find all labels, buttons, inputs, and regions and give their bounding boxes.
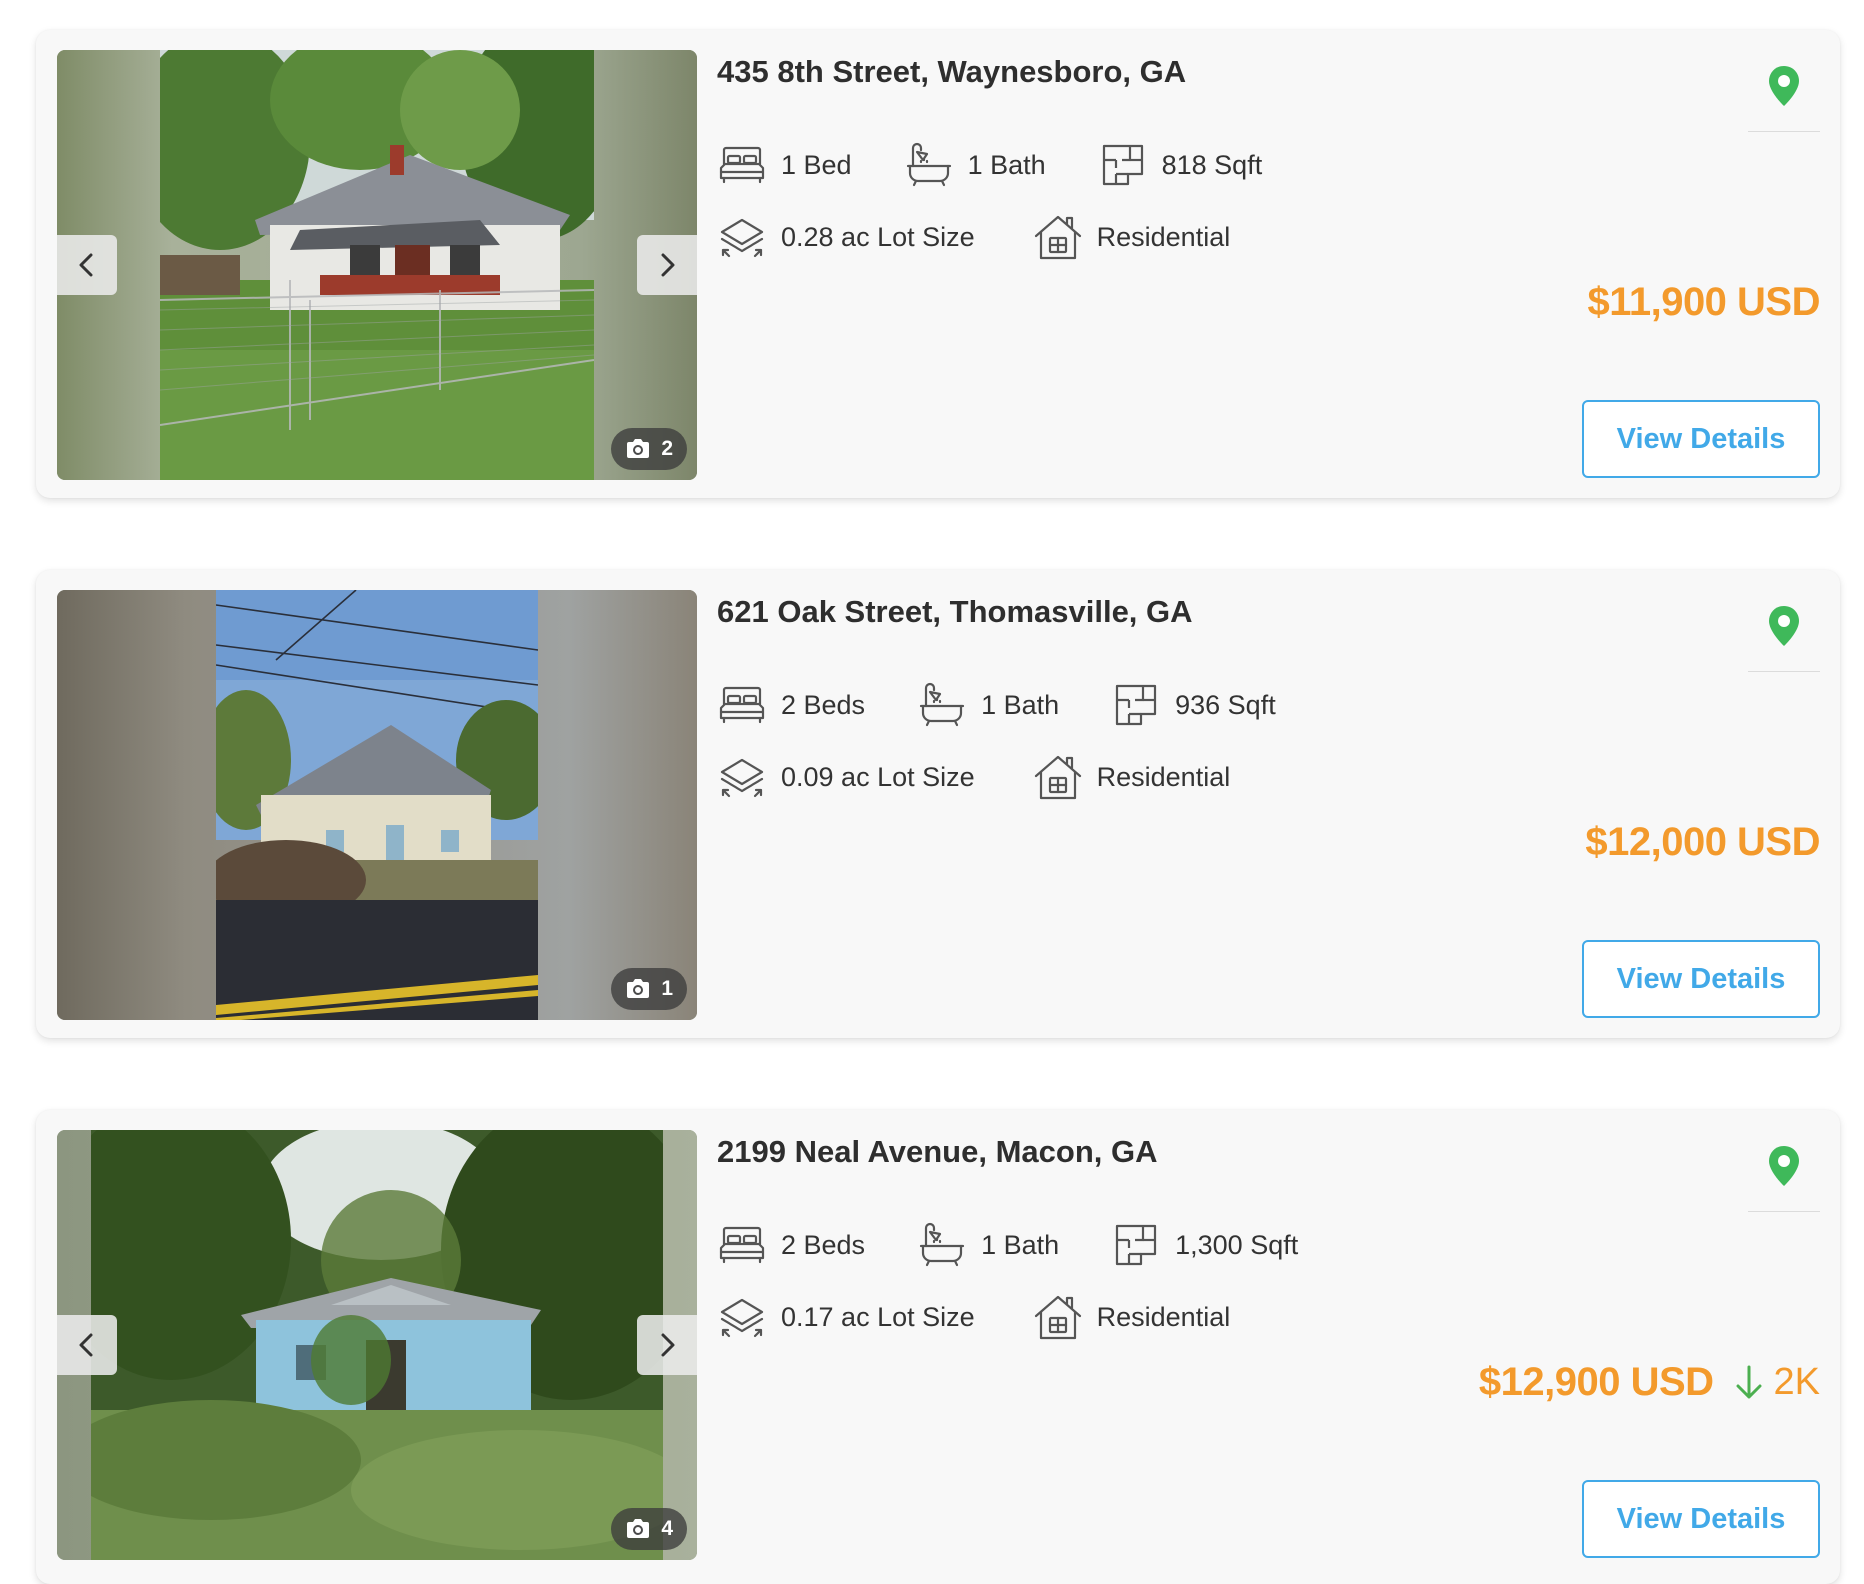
arrow-down-icon [1732, 1363, 1766, 1403]
camera-icon [625, 438, 651, 460]
beds-value: 1 Bed [781, 149, 852, 180]
property-type-value: Residential [1096, 761, 1231, 792]
property-type-feature: Residential [1033, 752, 1231, 802]
beds-feature: 1 Bed [717, 140, 852, 190]
price-block: $12,000 USD [1585, 820, 1820, 865]
house-photo [91, 1130, 663, 1560]
divider [1748, 671, 1820, 672]
bathtub-icon [917, 1220, 967, 1270]
photo-count-badge: 1 [611, 968, 687, 1010]
beds-feature: 2 Beds [717, 680, 865, 730]
listing-card[interactable]: 1 621 Oak Street, Thomasville, GA 2 Beds… [36, 570, 1840, 1038]
property-type-value: Residential [1096, 1301, 1231, 1332]
baths-value: 1 Bath [967, 149, 1046, 180]
bathtub-icon [904, 140, 954, 190]
house-icon [1033, 752, 1083, 802]
view-details-button[interactable]: View Details [1582, 940, 1820, 1018]
listing-address[interactable]: 435 8th Street, Waynesboro, GA [717, 54, 1186, 90]
bed-icon [717, 140, 767, 190]
listing-address[interactable]: 621 Oak Street, Thomasville, GA [717, 594, 1193, 630]
lot-size-feature: 0.17 ac Lot Size [717, 1292, 975, 1342]
bathtub-icon [917, 680, 967, 730]
map-pin-icon[interactable] [1764, 64, 1804, 108]
baths-value: 1 Bath [981, 1229, 1060, 1260]
house-icon [1033, 212, 1083, 262]
next-photo-button[interactable] [637, 235, 697, 295]
divider [1748, 131, 1820, 132]
price-block: $11,900 USD [1587, 280, 1821, 325]
lot-size-value: 0.17 ac Lot Size [781, 1301, 975, 1332]
divider [1748, 1211, 1820, 1212]
sqft-feature: 936 Sqft [1111, 680, 1276, 730]
beds-feature: 2 Beds [717, 1220, 865, 1270]
camera-icon [625, 978, 651, 1000]
house-icon [1033, 1292, 1083, 1342]
lot-size-value: 0.28 ac Lot Size [781, 221, 975, 252]
listing-price: $12,900 USD [1478, 1360, 1714, 1404]
previous-photo-button[interactable] [57, 235, 117, 295]
lot-size-value: 0.09 ac Lot Size [781, 761, 975, 792]
listing-address[interactable]: 2199 Neal Avenue, Macon, GA [717, 1134, 1157, 1170]
chevron-left-icon [72, 1330, 102, 1360]
bed-icon [717, 1220, 767, 1270]
listing-price: $12,000 USD [1585, 820, 1820, 864]
view-details-button[interactable]: View Details [1582, 1480, 1820, 1558]
price-drop: 2K [1732, 1361, 1820, 1404]
property-type-feature: Residential [1033, 1292, 1231, 1342]
listing-photo[interactable]: 2 [57, 50, 697, 480]
baths-value: 1 Bath [981, 689, 1060, 720]
property-type-feature: Residential [1033, 212, 1231, 262]
sqft-value: 936 Sqft [1175, 689, 1276, 720]
photo-count: 4 [661, 1517, 673, 1540]
bed-icon [717, 680, 767, 730]
chevron-left-icon [72, 250, 102, 280]
house-photo [216, 590, 538, 1020]
photo-count-badge: 4 [611, 1508, 687, 1550]
lot-size-icon [717, 212, 767, 262]
beds-value: 2 Beds [781, 1229, 866, 1260]
house-photo [160, 50, 594, 480]
photo-count: 2 [661, 437, 673, 460]
listing-card[interactable]: 2 435 8th Street, Waynesboro, GA 1 Bed 1… [36, 30, 1840, 498]
map-pin-icon[interactable] [1764, 604, 1804, 648]
sqft-value: 818 Sqft [1161, 149, 1263, 180]
listing-card[interactable]: 4 2199 Neal Avenue, Macon, GA 2 Beds 1 B… [36, 1110, 1840, 1584]
beds-value: 2 Beds [781, 689, 866, 720]
listing-price: $11,900 USD [1587, 280, 1821, 324]
map-pin-icon[interactable] [1764, 1144, 1804, 1188]
floorplan-icon [1111, 680, 1161, 730]
previous-photo-button[interactable] [57, 1315, 117, 1375]
next-photo-button[interactable] [637, 1315, 697, 1375]
sqft-value: 1,300 Sqft [1175, 1229, 1299, 1260]
chevron-right-icon [652, 1330, 682, 1360]
photo-count-badge: 2 [611, 428, 687, 470]
listing-photo[interactable]: 1 [57, 590, 697, 1020]
lot-size-feature: 0.09 ac Lot Size [717, 752, 975, 802]
camera-icon [625, 1518, 651, 1540]
floorplan-icon [1098, 140, 1148, 190]
lot-size-feature: 0.28 ac Lot Size [717, 212, 975, 262]
price-block: $12,900 USD 2K [1479, 1360, 1820, 1405]
lot-size-icon [717, 752, 767, 802]
sqft-feature: 1,300 Sqft [1111, 1220, 1298, 1270]
baths-feature: 1 Bath [917, 1220, 1059, 1270]
chevron-right-icon [652, 250, 682, 280]
lot-size-icon [717, 1292, 767, 1342]
baths-feature: 1 Bath [917, 680, 1059, 730]
price-drop-amount: 2K [1773, 1361, 1820, 1403]
photo-count: 1 [661, 977, 673, 1000]
listing-photo[interactable]: 4 [57, 1130, 697, 1560]
property-type-value: Residential [1096, 221, 1231, 252]
baths-feature: 1 Bath [904, 140, 1046, 190]
view-details-button[interactable]: View Details [1582, 400, 1820, 478]
sqft-feature: 818 Sqft [1098, 140, 1263, 190]
floorplan-icon [1111, 1220, 1161, 1270]
